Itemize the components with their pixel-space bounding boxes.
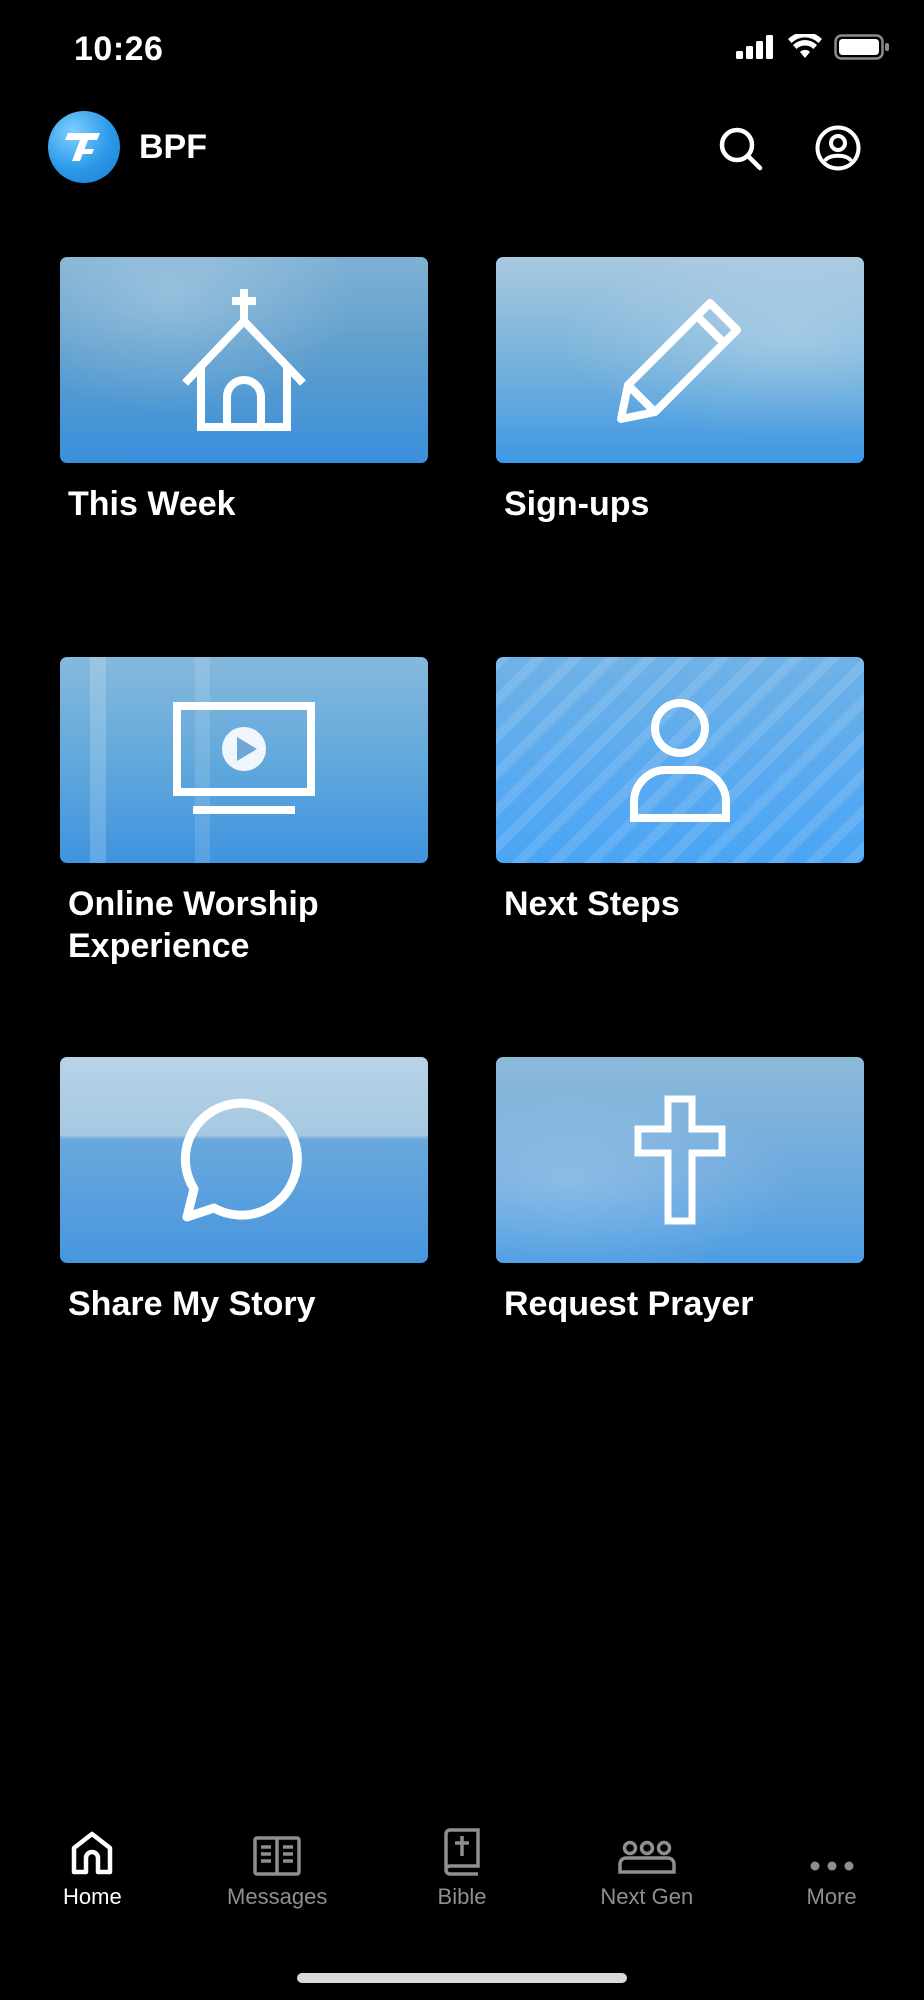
tab-home[interactable]: Home: [0, 1820, 185, 1930]
chat-bubble-icon: [180, 1098, 302, 1222]
app-header: BPF: [0, 108, 924, 188]
tile-image: [60, 1057, 428, 1263]
tile-image: [60, 657, 428, 863]
battery-icon: [834, 34, 890, 65]
tile-image: [60, 257, 428, 463]
account-button[interactable]: [812, 122, 864, 174]
monitor-play-icon: [173, 702, 315, 814]
tile-share-my-story[interactable]: Share My Story: [60, 1057, 428, 1325]
tab-messages[interactable]: Messages: [185, 1820, 370, 1930]
cross-icon: [634, 1095, 726, 1225]
tab-more[interactable]: More: [739, 1820, 924, 1930]
status-icons: [736, 31, 890, 65]
logo-mark-icon: [65, 133, 100, 161]
more-icon: [809, 1820, 855, 1876]
group-icon: [618, 1820, 676, 1876]
home-icon: [70, 1820, 114, 1876]
tile-label: Request Prayer: [504, 1285, 754, 1323]
tile-image: [496, 657, 864, 863]
tab-label: Messages: [227, 1884, 328, 1909]
bible-icon: [442, 1820, 482, 1876]
tile-this-week[interactable]: This Week: [60, 257, 428, 525]
tile-label: This Week: [68, 485, 236, 523]
search-icon: [719, 127, 763, 171]
status-time: 10:26: [74, 30, 164, 68]
tile-request-prayer[interactable]: Request Prayer: [496, 1057, 864, 1325]
tab-label: Next Gen: [600, 1884, 694, 1909]
wifi-icon: [788, 31, 822, 65]
tile-label: Online Worship Experience: [68, 885, 319, 965]
book-icon: [253, 1820, 301, 1876]
tile-next-steps[interactable]: Next Steps: [496, 657, 864, 925]
tab-next-gen[interactable]: Next Gen: [554, 1820, 739, 1930]
tile-online-worship[interactable]: Online Worship Experience: [60, 657, 428, 967]
tab-bible[interactable]: Bible: [370, 1820, 555, 1930]
cellular-signal-icon: [736, 35, 776, 64]
tile-image: [496, 1057, 864, 1263]
home-indicator[interactable]: [297, 1973, 627, 1983]
pencil-icon: [617, 299, 741, 423]
app-screen: 10:26 BPF This Week Sign-ups Online Wors…: [0, 0, 924, 2000]
person-icon: [630, 699, 730, 822]
app-title: BPF: [139, 128, 207, 166]
search-button[interactable]: [714, 122, 766, 174]
tile-label: Share My Story: [68, 1285, 316, 1323]
church-icon: [182, 289, 306, 431]
tile-sign-ups[interactable]: Sign-ups: [496, 257, 864, 525]
tab-label: Bible: [437, 1884, 487, 1909]
tab-bar: Home Messages Bible Next Gen More: [0, 1820, 924, 1930]
status-bar: 10:26: [0, 0, 924, 100]
app-logo: [48, 111, 120, 183]
tile-label: Sign-ups: [504, 485, 650, 523]
tile-label: Next Steps: [504, 885, 680, 923]
tab-label: More: [806, 1884, 857, 1909]
tab-label: Home: [63, 1884, 122, 1909]
tile-image: [496, 257, 864, 463]
account-icon: [815, 125, 861, 171]
